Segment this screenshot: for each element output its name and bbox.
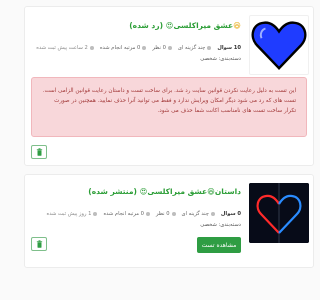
dot-icon	[207, 46, 212, 50]
meta-views: 0 نظر	[156, 211, 176, 217]
status-label: (رد شده)	[129, 21, 164, 30]
test-title[interactable]: 😆عشق میراکلسی😍 (رد شده)	[129, 21, 241, 30]
test-title-text: عشق میراکلسی😍	[165, 21, 234, 30]
test-category: دسته‌بندی: شخصی	[200, 222, 241, 228]
meta-questions: 0 سوال	[220, 211, 241, 217]
dot-icon	[93, 212, 98, 216]
meta-views: 0 نظر	[152, 45, 172, 51]
meta-time: 2 ساعت پیش ثبت شده	[36, 45, 94, 51]
blue-heart-image	[251, 21, 307, 70]
meta-question-type: چند گزینه ای	[178, 45, 212, 51]
meta-questions: 10 سوال	[217, 45, 241, 51]
dot-icon	[210, 212, 215, 216]
test-meta: 0 سوال چند گزینه ای 0 نظر 0 مرتبه انجام …	[31, 211, 241, 217]
meta-time: 1 روز پیش ثبت شده	[47, 211, 98, 217]
view-test-button[interactable]: مشاهده تست	[197, 237, 241, 253]
test-category: دسته‌بندی: شخصی	[200, 56, 241, 62]
test-card: 😆عشق میراکلسی😍 (رد شده) 10 سوال چند گزین…	[24, 6, 314, 166]
dot-icon	[142, 46, 147, 50]
meta-question-type: چند گزینه ای	[182, 211, 215, 217]
trash-icon	[36, 148, 42, 156]
delete-button[interactable]	[31, 145, 47, 159]
rejection-alert: این تست به دلیل رعایت نکردن قوانین سایت …	[31, 77, 307, 137]
status-label: (منتشر شده)	[88, 187, 137, 196]
neon-split-heart-image	[249, 183, 309, 243]
test-card: داستان😆عشق میراکلسی😍 (منتشر شده) 0 سوال …	[24, 174, 314, 268]
dot-icon	[171, 212, 176, 216]
test-thumbnail[interactable]	[249, 183, 309, 243]
trash-icon	[36, 240, 42, 248]
dot-icon	[167, 46, 172, 50]
meta-completions: 0 مرتبه انجام شده	[103, 211, 150, 217]
emoji: 😆	[233, 21, 241, 30]
meta-completions: 0 مرتبه انجام شده	[100, 45, 147, 51]
delete-button[interactable]	[31, 237, 47, 251]
test-thumbnail[interactable]	[249, 15, 309, 75]
test-title-text: داستان😆عشق میراکلسی😍	[139, 187, 241, 196]
dot-icon	[89, 46, 94, 50]
test-meta: 10 سوال چند گزینه ای 0 نظر 0 مرتبه انجام…	[31, 45, 241, 51]
dot-icon	[145, 212, 150, 216]
test-title[interactable]: داستان😆عشق میراکلسی😍 (منتشر شده)	[88, 187, 241, 196]
